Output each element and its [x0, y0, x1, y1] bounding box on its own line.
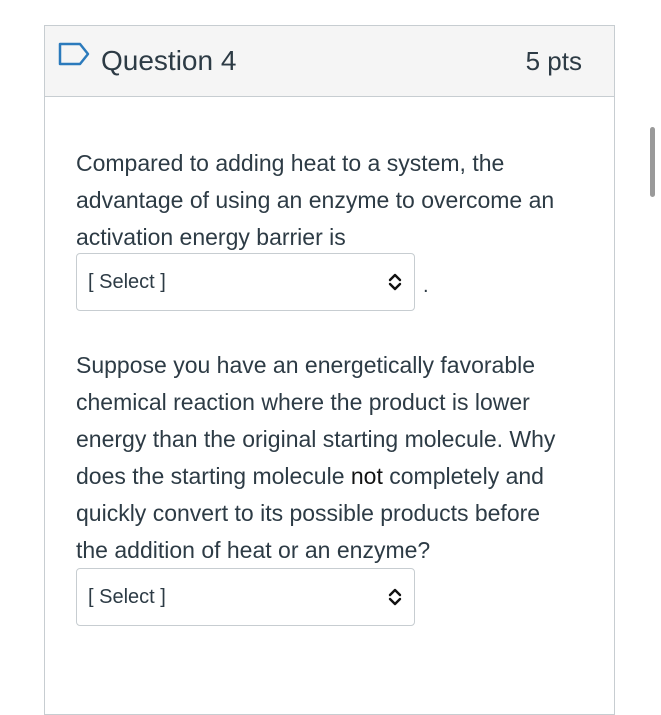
prompt-2-line-6: the addition of heat or an enzyme? [76, 537, 431, 563]
question-prompt-2: Suppose you have an energetically favora… [76, 347, 591, 569]
question-title: Question 4 [101, 45, 237, 76]
question-header: Question 4 5 pts [45, 26, 614, 97]
chevron-up-down-icon [388, 588, 402, 606]
prompt-1-line-2: advantage of using an enzyme to overcome… [76, 187, 555, 213]
prompt-2-line-5: quickly convert to its possible products… [76, 500, 541, 526]
prompt-2-line-4-post: completely and [382, 463, 544, 489]
answer-select-2[interactable]: [ Select ] [76, 568, 415, 626]
question-points: 5 pts [525, 46, 582, 76]
prompt-1-line-1: Compared to adding heat to a system, the [76, 150, 505, 176]
select-1-value: [ Select ] [88, 271, 166, 293]
answer-select-1[interactable]: [ Select ] [76, 253, 415, 311]
scrollbar-thumb[interactable] [650, 127, 655, 197]
flag-icon[interactable] [58, 42, 90, 66]
prompt-2-emphasis: not [350, 463, 383, 489]
prompt-2-line-1: Suppose you have an energetically favora… [76, 352, 536, 378]
chevron-up-down-icon [388, 273, 402, 291]
prompt-2-line-3: energy than the original starting molecu… [76, 426, 556, 452]
select-2-value: [ Select ] [88, 586, 166, 608]
question-card: Question 4 5 pts Compared to adding heat… [44, 25, 615, 715]
question-prompt-1: Compared to adding heat to a system, the… [76, 145, 591, 256]
prompt-2-line-2: chemical reaction where the product is l… [76, 389, 530, 415]
prompt-2-line-4-pre: does the starting molecule [76, 463, 351, 489]
prompt-1-line-3: activation energy barrier is [76, 224, 346, 250]
select-1-suffix: . [423, 275, 429, 297]
